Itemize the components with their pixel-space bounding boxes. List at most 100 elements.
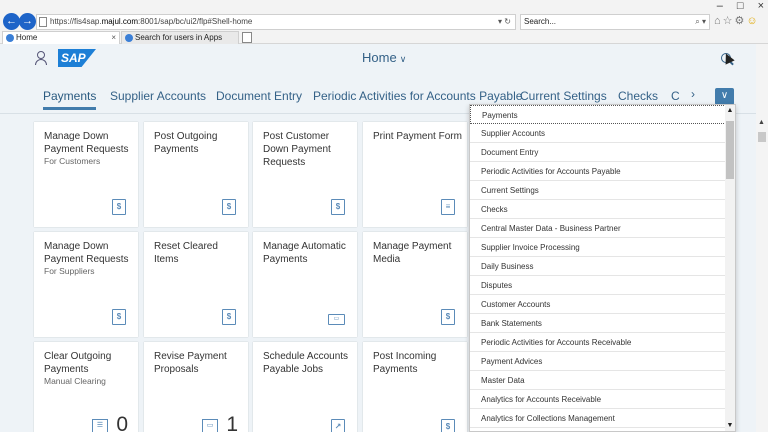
list-item[interactable]: Checks xyxy=(470,200,726,219)
favorites-star-icon[interactable]: ☆ xyxy=(723,15,735,27)
tile-title: Manage Payment Media xyxy=(373,241,452,265)
tile-title: Revise Payment Proposals xyxy=(154,351,227,375)
tab-checks[interactable]: Checks xyxy=(618,89,658,103)
page-scrollbar[interactable]: ▲ xyxy=(756,44,768,432)
tab-supplier-accounts[interactable]: Supplier Accounts xyxy=(110,89,206,103)
tab-current-settings[interactable]: Current Settings xyxy=(520,89,607,103)
browser-tab-home[interactable]: Home × xyxy=(2,31,120,44)
scrollbar-thumb[interactable] xyxy=(758,132,766,142)
tile-reset-cleared-items[interactable]: Reset Cleared Items $ xyxy=(144,232,248,337)
list-item[interactable]: Supplier Accounts xyxy=(470,124,726,143)
chevron-down-icon: ∨ xyxy=(399,54,407,64)
url-suffix: :8001/sap/bc/ui2/flp#Shell-home xyxy=(138,17,253,26)
tile-count: 0 xyxy=(116,413,128,432)
customer-payment-icon: $ xyxy=(331,199,345,215)
list-item[interactable]: Periodic Activities for Accounts Receiva… xyxy=(470,333,726,352)
minimize-button[interactable]: – xyxy=(717,0,723,12)
tile-title: Clear Outgoing Payments xyxy=(44,351,112,375)
tile-post-outgoing-payments[interactable]: Post Outgoing Payments $ xyxy=(144,122,248,227)
search-dropdown-icon[interactable]: ⌕ ▾ xyxy=(695,15,706,29)
down-payment-icon: $ xyxy=(112,199,126,215)
list-item[interactable]: Master Data xyxy=(470,371,726,390)
list-item-payments[interactable]: Payments xyxy=(470,105,726,124)
tile-post-incoming-payments[interactable]: Post Incoming Payments $ xyxy=(363,342,467,432)
tile-post-customer-down-payment[interactable]: Post Customer Down Payment Requests $ xyxy=(253,122,357,227)
window-controls: – □ × xyxy=(717,0,764,12)
tab-periodic-activities-ap[interactable]: Periodic Activities for Accounts Payable xyxy=(313,89,522,103)
tile-schedule-ap-jobs[interactable]: Schedule Accounts Payable Jobs ↗ xyxy=(253,342,357,432)
tab-overflow-button[interactable]: ∨ xyxy=(715,88,734,105)
schedule-jobs-icon: ↗ xyxy=(331,419,345,432)
automatic-payment-icon: ▭ xyxy=(328,314,345,325)
scrollbar-thumb[interactable] xyxy=(726,121,734,179)
browser-toolbar-icons: ⌂☆⚙☺ xyxy=(714,14,760,27)
payment-document-icon: $ xyxy=(441,419,455,432)
chevron-right-icon[interactable]: › xyxy=(691,87,695,101)
list-item[interactable]: Current Settings xyxy=(470,181,726,200)
list-item[interactable]: Periodic Activities for Accounts Payable xyxy=(470,162,726,181)
list-item[interactable]: Bank Statements xyxy=(470,314,726,333)
tile-subtitle: Manual Clearing xyxy=(44,376,106,386)
tile-subtitle: For Suppliers xyxy=(44,266,95,276)
tile-title: Schedule Accounts Payable Jobs xyxy=(263,351,349,375)
list-item[interactable]: Payment Advices xyxy=(470,352,726,371)
tile-clear-outgoing-payments[interactable]: Clear Outgoing Payments Manual Clearing … xyxy=(34,342,138,432)
forward-button[interactable]: → xyxy=(19,13,36,30)
scroll-down-icon[interactable]: ▼ xyxy=(725,422,735,429)
url-prefix: https://fis4sap. xyxy=(50,17,102,26)
back-button[interactable]: ← xyxy=(3,13,20,30)
browser-search-input[interactable]: Search... ⌕ ▾ xyxy=(520,14,710,30)
settings-gear-icon[interactable]: ⚙ xyxy=(735,15,747,27)
browser-tab-search-users[interactable]: Search for users in Apps xyxy=(121,31,239,44)
tile-title: Manage Down Payment Requests xyxy=(44,241,129,265)
tile-title: Manage Down Payment Requests xyxy=(44,131,129,155)
tab-truncated[interactable]: C xyxy=(671,89,680,103)
home-title[interactable]: Home ∨ xyxy=(362,50,406,65)
list-item[interactable]: Disputes xyxy=(470,276,726,295)
tile-revise-payment-proposals[interactable]: Revise Payment Proposals ▭ 1 xyxy=(144,342,248,432)
down-payment-icon: $ xyxy=(112,309,126,325)
tile-manage-payment-media[interactable]: Manage Payment Media $ xyxy=(363,232,467,337)
list-item[interactable]: Analytics for Accounts Receivable xyxy=(470,390,726,409)
tile-manage-down-payment-customers[interactable]: Manage Down Payment Requests For Custome… xyxy=(34,122,138,227)
list-icon: ☰ xyxy=(92,419,108,432)
home-icon[interactable]: ⌂ xyxy=(714,15,723,27)
tile-title: Print Payment Form xyxy=(373,131,462,142)
tile-print-payment-form[interactable]: Print Payment Form ≡ xyxy=(363,122,467,227)
feedback-smiley-icon[interactable]: ☺ xyxy=(746,15,759,27)
payment-document-icon: $ xyxy=(222,199,236,215)
group-overflow-list[interactable]: Payments Supplier Accounts Document Entr… xyxy=(469,104,736,432)
list-item[interactable]: Central Master Data - Business Partner xyxy=(470,219,726,238)
tile-manage-automatic-payments[interactable]: Manage Automatic Payments ▭ xyxy=(253,232,357,337)
tile-manage-down-payment-suppliers[interactable]: Manage Down Payment Requests For Supplie… xyxy=(34,232,138,337)
refresh-icon[interactable]: ▾ ↻ xyxy=(498,15,511,29)
browser-chrome: – □ × ← → https://fis4sap.majul.com:8001… xyxy=(0,0,768,44)
user-icon[interactable] xyxy=(34,51,47,65)
maximize-button[interactable]: □ xyxy=(737,0,744,12)
new-tab-button[interactable] xyxy=(242,32,252,43)
tile-title: Post Incoming Payments xyxy=(373,351,437,375)
print-form-icon: ≡ xyxy=(441,199,455,215)
scroll-up-icon[interactable]: ▲ xyxy=(725,107,735,114)
tab-document-entry[interactable]: Document Entry xyxy=(216,89,302,103)
close-window-button[interactable]: × xyxy=(758,0,764,12)
close-tab-icon[interactable]: × xyxy=(111,32,116,44)
list-item[interactable]: Analytics for Collections Management xyxy=(470,409,726,428)
list-item[interactable]: Daily Business xyxy=(470,257,726,276)
tile-title: Post Outgoing Payments xyxy=(154,131,218,155)
tab-favicon-icon xyxy=(125,34,133,42)
payment-card-icon: ▭ xyxy=(202,419,218,432)
list-scrollbar[interactable]: ▲ ▼ xyxy=(725,105,735,431)
tile-count: 1 xyxy=(226,413,238,432)
list-item[interactable]: Supplier Invoice Processing xyxy=(470,238,726,257)
browser-tab-label: Home xyxy=(16,33,38,42)
list-item[interactable]: Document Entry xyxy=(470,143,726,162)
list-item[interactable]: Customer Accounts xyxy=(470,295,726,314)
tab-payments[interactable]: Payments xyxy=(43,89,97,110)
tile-title: Manage Automatic Payments xyxy=(263,241,346,265)
scroll-up-icon[interactable]: ▲ xyxy=(758,119,765,126)
tab-favicon-icon xyxy=(6,34,14,42)
address-bar[interactable]: https://fis4sap.majul.com:8001/sap/bc/ui… xyxy=(36,14,516,30)
sap-logo: SAP xyxy=(58,49,96,67)
browser-tab-row: Home × Search for users in Apps xyxy=(0,31,768,44)
